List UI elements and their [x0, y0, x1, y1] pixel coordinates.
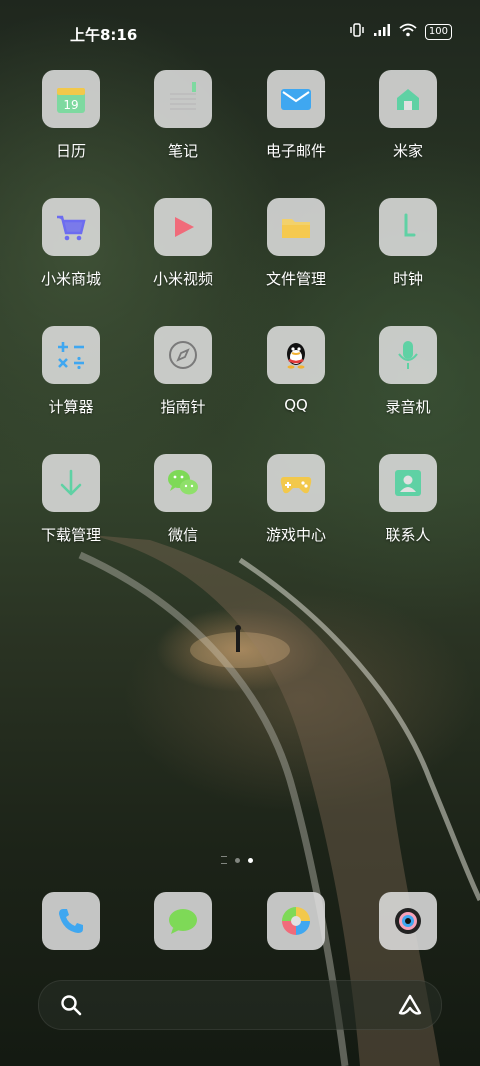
app-label: 米家	[392, 142, 423, 160]
app-file-manager[interactable]: 文件管理	[240, 198, 352, 289]
page-dot[interactable]	[235, 857, 240, 863]
contacts-icon	[379, 454, 437, 512]
shopping-cart-icon	[42, 198, 100, 256]
folder-icon	[267, 198, 325, 256]
vibrate-icon	[349, 22, 365, 41]
app-email[interactable]: 电子邮件	[240, 70, 352, 161]
app-label: 指南针	[160, 398, 206, 416]
phone-icon	[42, 892, 100, 950]
app-mi-video[interactable]: 小米视频	[127, 198, 239, 289]
app-label: 笔记	[167, 142, 198, 160]
app-compass[interactable]: 指南针	[127, 326, 239, 417]
app-recorder[interactable]: 录音机	[352, 326, 464, 417]
qq-penguin-icon	[267, 326, 325, 384]
app-clock[interactable]: 时钟	[352, 198, 464, 289]
dock-messages[interactable]	[127, 892, 239, 950]
app-wechat[interactable]: 微信	[127, 454, 239, 545]
wechat-icon	[154, 454, 212, 512]
app-calculator[interactable]: 计算器	[15, 326, 127, 417]
camera-icon	[379, 892, 437, 950]
search-bar[interactable]	[38, 980, 442, 1030]
dock-camera[interactable]	[352, 892, 464, 950]
gamepad-icon	[267, 454, 325, 512]
dock-phone[interactable]	[15, 892, 127, 950]
app-label: 日历	[55, 142, 86, 160]
mijia-icon	[379, 70, 437, 128]
page-dot-active[interactable]	[248, 857, 253, 863]
browser-icon	[267, 892, 325, 950]
page-indicator[interactable]	[221, 856, 253, 864]
dock-browser[interactable]	[240, 892, 352, 950]
app-label: 微信	[167, 526, 198, 544]
app-label: 小米视频	[152, 270, 213, 288]
page-dot-feed[interactable]	[221, 856, 227, 864]
signal-icon	[373, 22, 391, 41]
app-calendar[interactable]: 19 日历	[15, 70, 127, 161]
app-label: 文件管理	[265, 270, 326, 288]
calculator-icon	[42, 326, 100, 384]
app-download-manager[interactable]: 下载管理	[15, 454, 127, 545]
app-label: QQ	[284, 396, 308, 414]
app-label: 录音机	[385, 398, 431, 416]
message-icon	[154, 892, 212, 950]
app-contacts[interactable]: 联系人	[352, 454, 464, 545]
app-label: 时钟	[392, 270, 423, 288]
search-icon[interactable]	[59, 993, 83, 1021]
status-bar: 上午8:16 100	[0, 0, 480, 66]
app-label: 下载管理	[40, 526, 101, 544]
calendar-icon: 19	[42, 70, 100, 128]
app-mijia[interactable]: 米家	[352, 70, 464, 161]
calendar-day: 19	[63, 98, 78, 112]
app-notes[interactable]: 笔记	[127, 70, 239, 161]
microphone-icon	[379, 326, 437, 384]
app-label: 电子邮件	[265, 142, 326, 160]
email-icon	[267, 70, 325, 128]
wifi-icon	[399, 22, 417, 41]
battery-icon: 100	[424, 23, 452, 40]
app-qq[interactable]: QQ	[240, 326, 352, 414]
assistant-icon[interactable]	[397, 993, 423, 1021]
video-play-icon	[154, 198, 212, 256]
app-label: 联系人	[385, 526, 431, 544]
status-icons: 100	[349, 22, 452, 41]
compass-icon	[154, 326, 212, 384]
app-label: 游戏中心	[265, 526, 326, 544]
app-label: 计算器	[48, 398, 94, 416]
app-game-center[interactable]: 游戏中心	[240, 454, 352, 545]
app-label: 小米商城	[40, 270, 101, 288]
clock-icon	[379, 198, 437, 256]
status-time: 上午8:16	[70, 26, 138, 44]
notes-icon	[154, 70, 212, 128]
app-mi-store[interactable]: 小米商城	[15, 198, 127, 289]
download-icon	[42, 454, 100, 512]
